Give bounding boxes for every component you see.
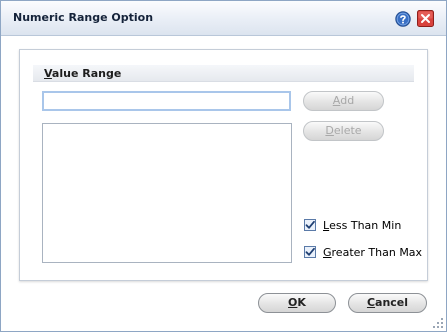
- ok-button[interactable]: OK: [258, 293, 336, 313]
- value-range-label-rest: alue Range: [51, 67, 122, 80]
- less-than-min-label: Less Than Min: [323, 219, 402, 232]
- checkmark-icon: [305, 220, 315, 229]
- delete-button[interactable]: Delete: [303, 121, 384, 141]
- value-list[interactable]: [42, 123, 292, 263]
- checkmark-icon: [305, 247, 315, 256]
- value-range-label: Value Range: [44, 67, 121, 80]
- value-range-section-header: Value Range: [33, 65, 414, 82]
- cancel-button[interactable]: Cancel: [348, 293, 427, 313]
- title-bar[interactable]: Numeric Range Option: [1, 1, 446, 36]
- help-icon[interactable]: [395, 11, 411, 27]
- value-range-access-key: V: [44, 67, 52, 80]
- cancel-button-label: Cancel: [366, 296, 409, 309]
- close-icon[interactable]: [417, 10, 434, 27]
- greater-than-max-checkbox[interactable]: [304, 246, 316, 258]
- add-button-label: Add: [332, 94, 355, 107]
- add-button[interactable]: Add: [303, 91, 384, 111]
- value-input[interactable]: [42, 91, 291, 111]
- greater-than-max-label: Greater Than Max: [323, 246, 423, 259]
- ok-button-label: OK: [288, 296, 306, 309]
- delete-button-label: Delete: [325, 124, 362, 137]
- less-than-min-checkbox[interactable]: [304, 219, 316, 231]
- dialog-title: Numeric Range Option: [13, 11, 154, 24]
- resize-grip-icon[interactable]: [433, 318, 443, 328]
